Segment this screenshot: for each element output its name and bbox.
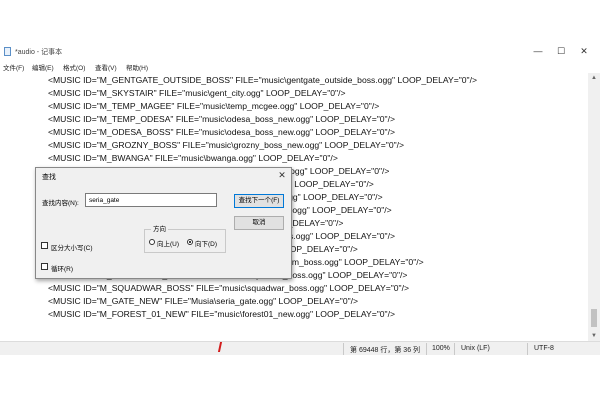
- title-bar: *audio - 记事本 — ☐ ✕: [0, 43, 600, 60]
- direction-label: 方向: [151, 223, 168, 233]
- editor-line: <MUSIC ID="M_TEMP_ODESA" FILE="music\ode…: [48, 114, 396, 124]
- wrap-label[interactable]: 循环(R): [51, 263, 73, 273]
- editor-line: <MUSIC ID="M_GENTGATE_OUTSIDE_BOSS" FILE…: [48, 75, 477, 85]
- direction-down-label[interactable]: 向下(D): [195, 238, 217, 248]
- editor-line: <MUSIC ID="M_TEMP_MAGEE" FILE="music\tem…: [48, 101, 380, 111]
- find-next-button[interactable]: 查找下一个(F): [234, 194, 284, 208]
- vertical-scrollbar[interactable]: ▲ ▼: [588, 73, 600, 346]
- notepad-icon: [4, 47, 11, 56]
- editor-line: <MUSIC ID="M_GROZNY_BOSS" FILE="music\gr…: [48, 140, 405, 150]
- editor-line: <MUSIC ID="M_SKYSTAIR" FILE="music\gent_…: [48, 88, 346, 98]
- encoding: UTF-8: [534, 345, 554, 352]
- direction-down-radio[interactable]: [187, 239, 193, 245]
- editor-line: <MUSIC ID="M_FOREST_01_NEW" FILE="music\…: [48, 309, 395, 319]
- wrap-checkbox[interactable]: [41, 263, 48, 270]
- direction-up-label[interactable]: 向上(U): [157, 238, 179, 248]
- match-case-label[interactable]: 区分大小写(C): [51, 242, 93, 252]
- direction-up-radio[interactable]: [149, 239, 155, 245]
- minimize-icon[interactable]: —: [532, 45, 544, 57]
- menu-format[interactable]: 格式(O): [63, 62, 85, 72]
- status-divider: [343, 343, 344, 355]
- close-icon[interactable]: ✕: [578, 45, 590, 57]
- line-ending: Unix (LF): [461, 345, 490, 352]
- find-label: 查找内容(N):: [42, 200, 79, 207]
- find-input[interactable]: [85, 193, 217, 207]
- find-dialog: 查找 ✕ 查找内容(N): 查找下一个(F) 取消 方向 向上(U) 向下(D)…: [35, 167, 292, 279]
- menu-file[interactable]: 文件(F): [3, 62, 24, 72]
- menu-view[interactable]: 查看(V): [95, 62, 117, 72]
- menu-edit[interactable]: 编辑(E): [32, 62, 54, 72]
- maximize-icon[interactable]: ☐: [555, 45, 567, 57]
- editor-line: <MUSIC ID="M_SQUADWAR_BOSS" FILE="music\…: [48, 283, 409, 293]
- match-case-checkbox[interactable]: [41, 242, 48, 249]
- cancel-button[interactable]: 取消: [234, 216, 284, 230]
- editor-line: <MUSIC ID="M_ODESA_BOSS" FILE="music\ode…: [48, 127, 396, 137]
- scrollbar-thumb[interactable]: [591, 309, 597, 327]
- status-bar: 第 69448 行，第 36 列 100% Unix (LF) UTF-8: [0, 341, 600, 355]
- window-title: *audio - 记事本: [15, 49, 63, 56]
- status-divider: [527, 343, 528, 355]
- editor-line: <MUSIC ID="M_GATE_NEW" FILE="Musia\seria…: [48, 296, 359, 306]
- scroll-down-icon[interactable]: ▼: [588, 331, 600, 341]
- editor-line: <MUSIC ID="M_BWANGA" FILE="music\bwanga.…: [48, 153, 338, 163]
- close-icon[interactable]: ✕: [276, 169, 288, 181]
- menu-bar: 文件(F) 编辑(E) 格式(O) 查看(V) 帮助(H): [0, 60, 600, 72]
- dialog-title: 查找: [42, 174, 56, 181]
- cursor-position: 第 69448 行，第 36 列: [350, 347, 421, 354]
- status-divider: [454, 343, 455, 355]
- zoom-level: 100%: [432, 345, 450, 352]
- scroll-up-icon[interactable]: ▲: [588, 73, 600, 83]
- status-divider: [426, 343, 427, 355]
- menu-help[interactable]: 帮助(H): [126, 62, 148, 72]
